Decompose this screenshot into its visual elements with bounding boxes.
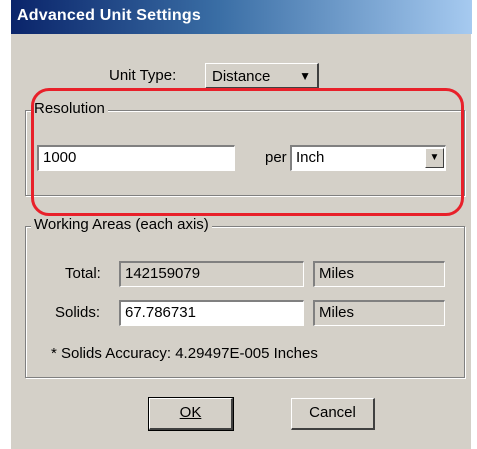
unit-type-value: Distance [212,68,271,85]
cancel-button[interactable]: Cancel [291,398,375,430]
solids-value-field[interactable]: 67.786731 [119,300,304,326]
chevron-down-icon[interactable]: ▼ [425,148,444,168]
unit-type-label: Unit Type: [109,67,177,84]
total-label: Total: [65,265,101,282]
solids-accuracy-text: * Solids Accuracy: 4.29497E-005 Inches [51,345,318,362]
resolution-unit-select[interactable]: Inch ▼ [290,145,446,171]
solids-label: Solids: [55,304,101,321]
unit-type-dropdown[interactable]: Distance ▼ [205,63,319,89]
total-unit-field: Miles [313,261,445,287]
working-areas-group-title: Working Areas (each axis) [31,216,212,233]
ok-button-label: OK [179,404,202,421]
ok-button[interactable]: OK [148,397,234,431]
total-value-field: 142159079 [119,261,304,287]
chevron-down-icon: ▼ [299,69,311,83]
per-label: per [265,149,287,166]
resolution-input[interactable]: 1000 [37,145,235,171]
resolution-unit-value: Inch [296,149,325,166]
resolution-group-title: Resolution [31,100,108,117]
solids-unit-field: Miles [313,300,445,326]
cancel-button-label: Cancel [309,404,356,421]
title-bar[interactable]: Advanced Unit Settings [11,0,472,34]
advanced-unit-settings-dialog: Advanced Unit Settings Unit Type: Distan… [10,0,472,449]
window-title: Advanced Unit Settings [17,7,201,24]
